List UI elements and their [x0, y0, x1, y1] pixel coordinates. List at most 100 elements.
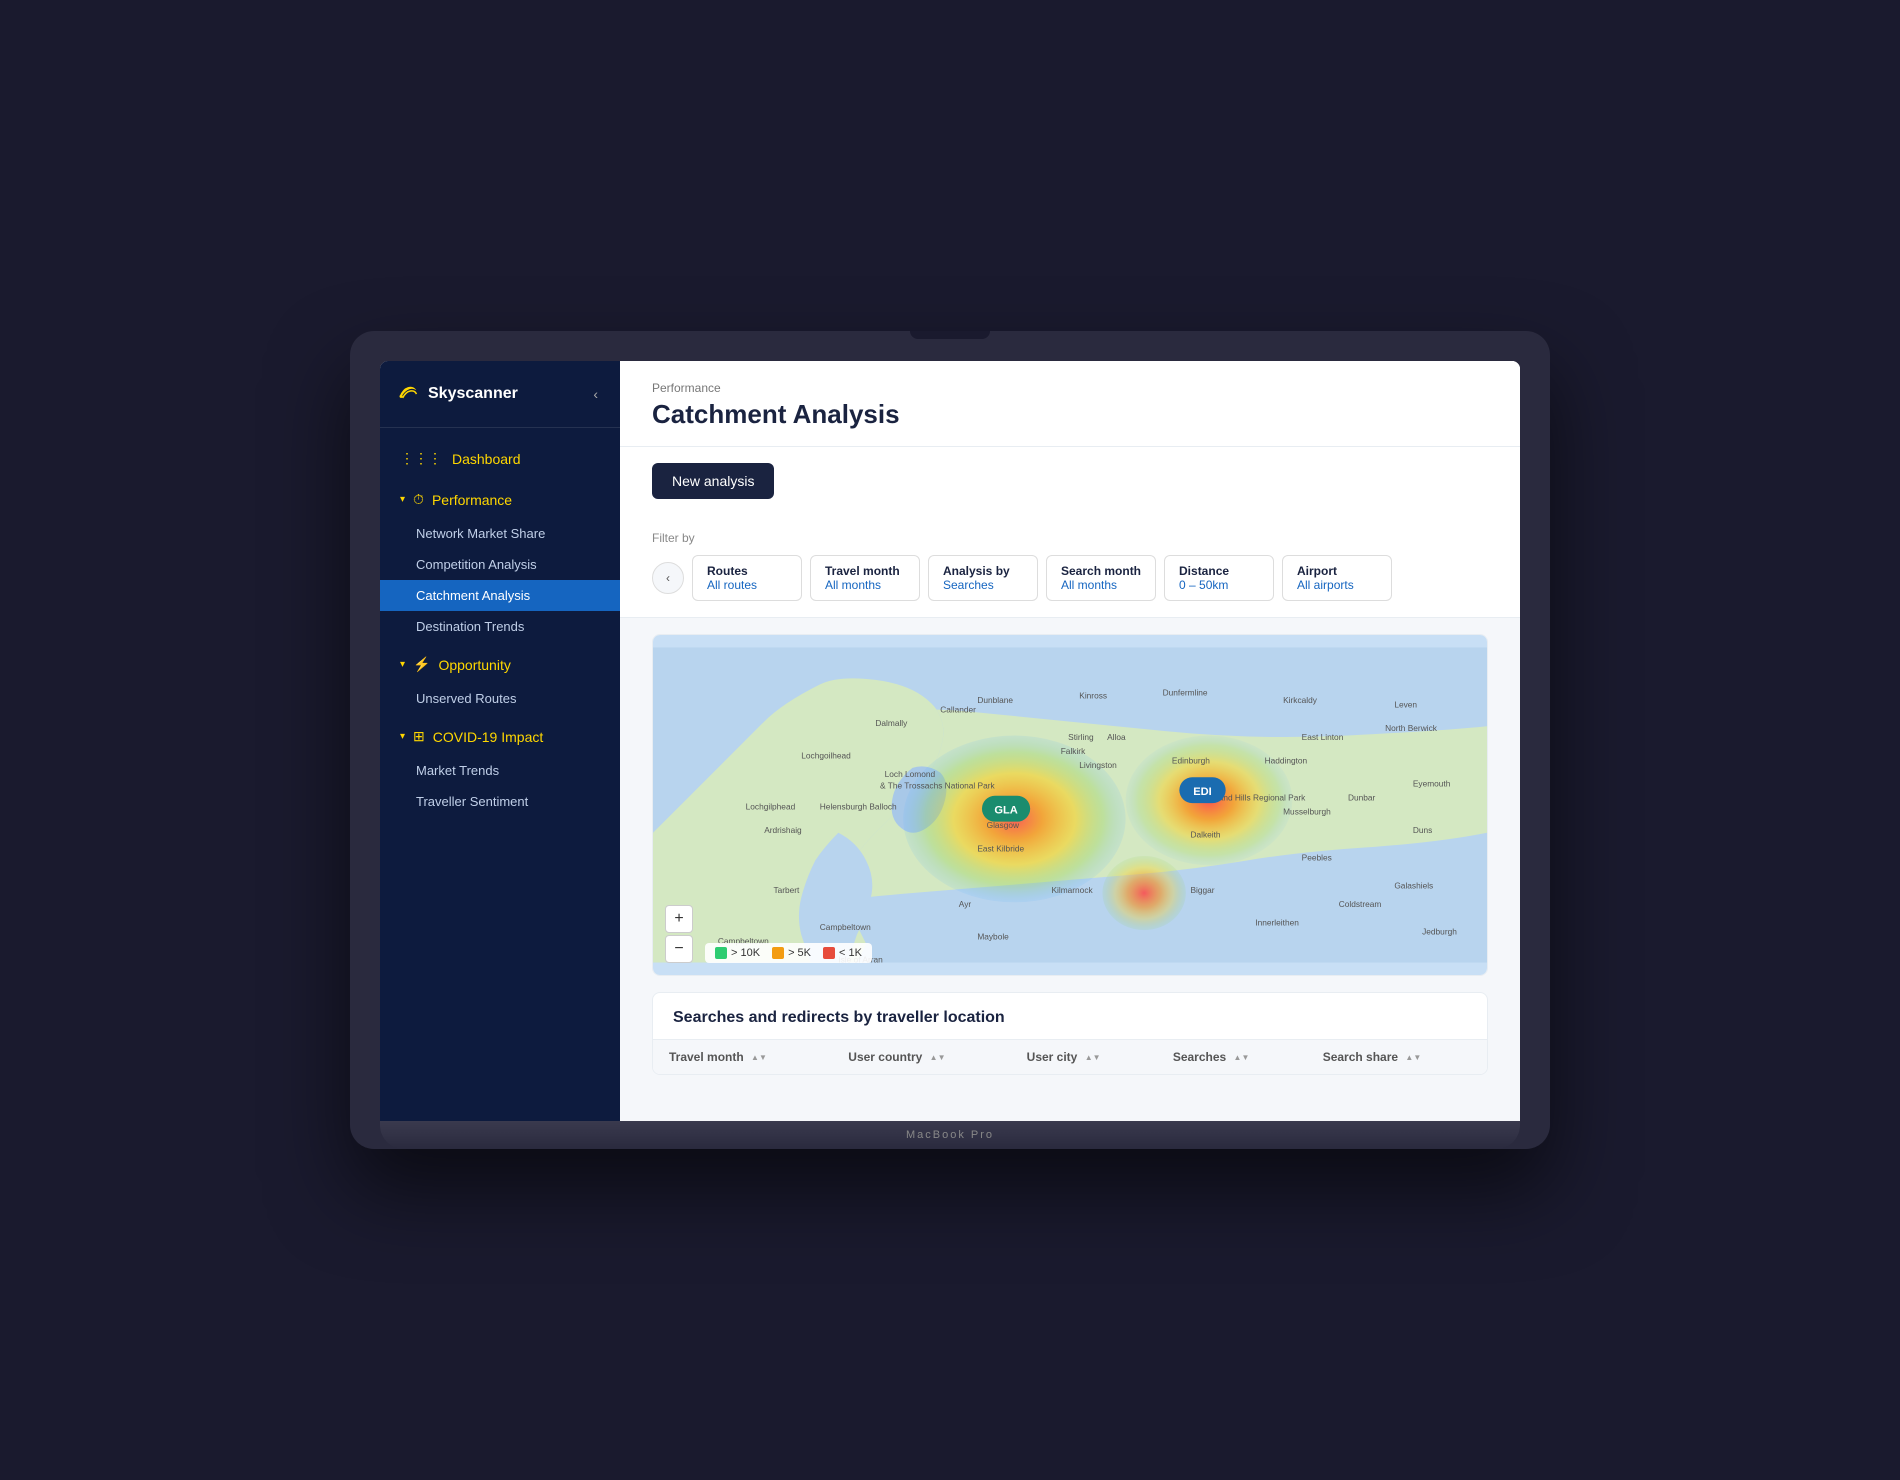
- legend-dot-1k: [823, 947, 835, 959]
- filter-chips-container: ‹ Routes All routes Travel month All mon…: [652, 555, 1488, 601]
- map-controls: + −: [665, 905, 693, 963]
- filter-chip-routes[interactable]: Routes All routes: [692, 555, 802, 601]
- filter-chip-travel-month[interactable]: Travel month All months: [810, 555, 920, 601]
- logo-area: Skyscanner: [396, 381, 518, 407]
- svg-text:Dalkeith: Dalkeith: [1190, 829, 1220, 839]
- filter-label: Filter by: [652, 531, 1488, 545]
- table-header-row: Travel month ▲▼ User country ▲▼ User cit…: [653, 1040, 1487, 1075]
- sort-icon-searches: ▲▼: [1234, 1053, 1250, 1062]
- sidebar-nav: ⋮⋮⋮ Dashboard ▾ ⏱ Performance Network Ma…: [380, 428, 620, 1121]
- sidebar-item-unserved-routes[interactable]: Unserved Routes: [380, 683, 620, 714]
- col-searches[interactable]: Searches ▲▼: [1157, 1040, 1307, 1075]
- nav-section-performance-header[interactable]: ▾ ⏱ Performance: [380, 481, 620, 518]
- covid-label: COVID-19 Impact: [433, 729, 543, 745]
- filter-chip-analysis-by[interactable]: Analysis by Searches: [928, 555, 1038, 601]
- svg-text:Lochgilphead: Lochgilphead: [746, 802, 796, 812]
- data-table: Travel month ▲▼ User country ▲▼ User cit…: [653, 1039, 1487, 1074]
- svg-text:Biggar: Biggar: [1190, 885, 1214, 895]
- svg-text:Stirling: Stirling: [1068, 732, 1094, 742]
- svg-text:Alloa: Alloa: [1107, 732, 1126, 742]
- opportunity-label: Opportunity: [438, 657, 510, 673]
- legend-item-1k: < 1K: [823, 947, 862, 959]
- performance-label: Performance: [432, 492, 512, 508]
- svg-text:Kinross: Kinross: [1079, 690, 1107, 700]
- app-name: Skyscanner: [428, 385, 518, 403]
- legend-item-5k: > 5K: [772, 947, 811, 959]
- map-zoom-out-button[interactable]: −: [665, 935, 693, 963]
- svg-text:Leven: Leven: [1394, 700, 1417, 710]
- table-title: Searches and redirects by traveller loca…: [653, 993, 1487, 1039]
- svg-text:East Kilbride: East Kilbride: [977, 843, 1024, 853]
- filter-prev-button[interactable]: ‹: [652, 562, 684, 594]
- svg-text:Haddington: Haddington: [1265, 755, 1308, 765]
- svg-text:Ardrishaig: Ardrishaig: [764, 825, 802, 835]
- svg-text:Campbeltown: Campbeltown: [820, 922, 871, 932]
- opportunity-sub-items: Unserved Routes: [380, 683, 620, 714]
- svg-text:Dalmally: Dalmally: [875, 718, 908, 728]
- legend-item-10k: > 10K: [715, 947, 760, 959]
- sidebar-item-competition-analysis[interactable]: Competition Analysis: [380, 549, 620, 580]
- opportunity-bolt-icon: ⚡: [413, 656, 430, 673]
- sidebar-item-traveller-sentiment[interactable]: Traveller Sentiment: [380, 786, 620, 817]
- sidebar-item-market-trends[interactable]: Market Trends: [380, 755, 620, 786]
- svg-text:Lochgoilhead: Lochgoilhead: [801, 751, 851, 761]
- svg-text:Jedburgh: Jedburgh: [1422, 927, 1457, 937]
- col-search-share[interactable]: Search share ▲▼: [1307, 1040, 1487, 1075]
- skyscanner-logo-icon: [396, 381, 420, 407]
- col-travel-month[interactable]: Travel month ▲▼: [653, 1040, 832, 1075]
- svg-text:Peebles: Peebles: [1302, 853, 1332, 863]
- legend-dot-5k: [772, 947, 784, 959]
- opportunity-chevron-icon: ▾: [400, 659, 405, 670]
- sidebar-collapse-button[interactable]: ‹: [587, 382, 604, 406]
- svg-text:Dunblane: Dunblane: [977, 695, 1013, 705]
- map-container[interactable]: Dalmally Callander Dunblane Kinross Dunf…: [653, 635, 1487, 975]
- sort-icon-user-city: ▲▼: [1085, 1053, 1101, 1062]
- svg-text:Kilmarnock: Kilmarnock: [1051, 885, 1093, 895]
- svg-text:Duns: Duns: [1413, 825, 1432, 835]
- nav-section-opportunity-header[interactable]: ▾ ⚡ Opportunity: [380, 646, 620, 683]
- dashboard-label: Dashboard: [452, 451, 521, 467]
- filter-bar: Filter by ‹ Routes All routes Travel mon…: [620, 515, 1520, 618]
- nav-section-performance: ▾ ⏱ Performance Network Market Share Com…: [380, 481, 620, 642]
- svg-text:GLA: GLA: [994, 804, 1017, 816]
- new-analysis-button[interactable]: New analysis: [652, 463, 774, 499]
- svg-text:Callander: Callander: [940, 704, 976, 714]
- covid-grid-icon: ⊞: [413, 728, 425, 745]
- sidebar-item-destination-trends[interactable]: Destination Trends: [380, 611, 620, 642]
- sort-icon-user-country: ▲▼: [930, 1053, 946, 1062]
- svg-text:Innerleithen: Innerleithen: [1255, 917, 1299, 927]
- svg-text:East Linton: East Linton: [1302, 732, 1344, 742]
- map-section: Dalmally Callander Dunblane Kinross Dunf…: [652, 634, 1488, 976]
- svg-text:EDI: EDI: [1193, 786, 1212, 798]
- svg-text:Musselburgh: Musselburgh: [1283, 806, 1331, 816]
- macbook-label: MacBook Pro: [906, 1129, 994, 1141]
- svg-text:Dunfermline: Dunfermline: [1163, 688, 1208, 698]
- svg-text:Ayr: Ayr: [959, 899, 972, 909]
- nav-section-covid-header[interactable]: ▾ ⊞ COVID-19 Impact: [380, 718, 620, 755]
- dashboard-icon: ⋮⋮⋮: [400, 450, 442, 467]
- page-title: Catchment Analysis: [652, 399, 1488, 430]
- filter-chip-search-month[interactable]: Search month All months: [1046, 555, 1156, 601]
- filter-chip-distance[interactable]: Distance 0 – 50km: [1164, 555, 1274, 601]
- sidebar-item-dashboard[interactable]: ⋮⋮⋮ Dashboard: [380, 440, 620, 477]
- svg-text:Tarbert: Tarbert: [773, 885, 800, 895]
- performance-clock-icon: ⏱: [413, 491, 424, 508]
- sidebar-item-catchment-analysis[interactable]: Catchment Analysis: [380, 580, 620, 611]
- col-user-city[interactable]: User city ▲▼: [1011, 1040, 1157, 1075]
- sidebar: Skyscanner ‹ ⋮⋮⋮ Dashboard ▾ ⏱ Performan…: [380, 361, 620, 1121]
- svg-text:Edinburgh: Edinburgh: [1172, 755, 1210, 765]
- covid-chevron-icon: ▾: [400, 731, 405, 742]
- svg-text:& The Trossachs National Park: & The Trossachs National Park: [880, 780, 995, 790]
- sidebar-header: Skyscanner ‹: [380, 361, 620, 428]
- col-user-country[interactable]: User country ▲▼: [832, 1040, 1010, 1075]
- filter-chip-airport[interactable]: Airport All airports: [1282, 555, 1392, 601]
- svg-text:Maybole: Maybole: [977, 931, 1009, 941]
- laptop-base: MacBook Pro: [380, 1121, 1520, 1149]
- covid-sub-items: Market Trends Traveller Sentiment: [380, 755, 620, 817]
- sidebar-item-network-market-share[interactable]: Network Market Share: [380, 518, 620, 549]
- main-content: Performance Catchment Analysis New analy…: [620, 361, 1520, 1121]
- map-svg: Dalmally Callander Dunblane Kinross Dunf…: [653, 635, 1487, 975]
- svg-text:Eyemouth: Eyemouth: [1413, 778, 1451, 788]
- map-zoom-in-button[interactable]: +: [665, 905, 693, 933]
- svg-text:Kirkcaldy: Kirkcaldy: [1283, 695, 1318, 705]
